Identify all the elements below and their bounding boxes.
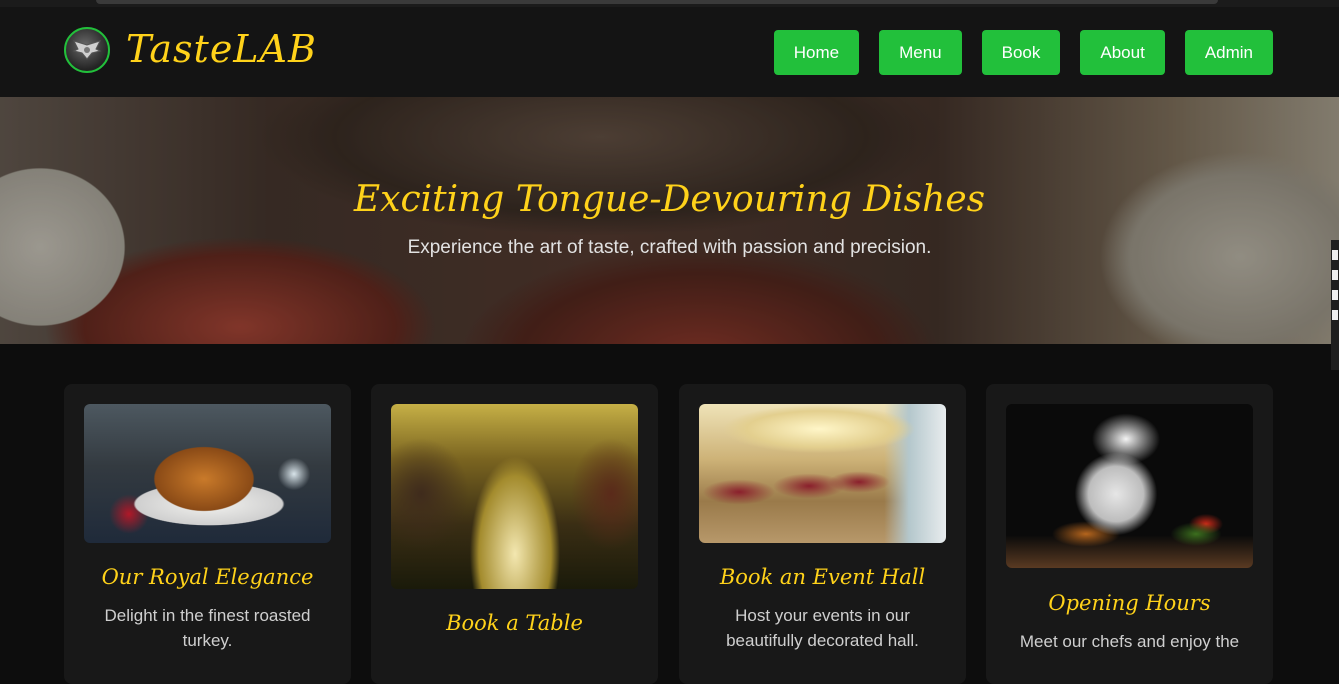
card-book-table[interactable]: Book a Table (371, 384, 658, 684)
card-event-hall[interactable]: Book an Event Hall Host your events in o… (679, 384, 966, 684)
hero-subtitle: Experience the art of taste, crafted wit… (407, 237, 932, 258)
card-description: Delight in the finest roasted turkey. (104, 606, 311, 650)
card-title: Book a Table (446, 611, 583, 635)
card-title: Our Royal Elegance (101, 565, 314, 589)
side-widget-marker (1332, 290, 1338, 300)
card-title: Opening Hours (1048, 591, 1211, 615)
wing-emblem-icon (72, 40, 102, 60)
scroll-indicator (96, 0, 1218, 4)
nav-book-button[interactable]: Book (981, 30, 1061, 75)
card-description: Meet our chefs and enjoy the (1019, 632, 1240, 651)
site-header: TasteLAB Home Menu Book About Admin (0, 7, 1339, 97)
nav-home-button[interactable]: Home (773, 30, 860, 75)
card-description: Host your events in our beautifully deco… (726, 606, 919, 650)
nav-about-button[interactable]: About (1080, 30, 1165, 75)
nav-admin-button[interactable]: Admin (1184, 30, 1273, 75)
side-widget[interactable] (1331, 240, 1339, 370)
chef-cooking-image (1006, 404, 1253, 568)
card-opening-hours[interactable]: Opening Hours Meet our chefs and enjoy t… (986, 384, 1273, 684)
brand-name[interactable]: TasteLAB (126, 27, 317, 71)
hero-banner: Exciting Tongue-Devouring Dishes Experie… (0, 97, 1339, 344)
main-nav: Home Menu Book About Admin (773, 30, 1273, 75)
roast-turkey-image (84, 404, 331, 543)
nav-menu-button[interactable]: Menu (879, 30, 962, 75)
browser-top-strip (0, 0, 1339, 7)
hero-title: Exciting Tongue-Devouring Dishes (353, 179, 986, 220)
side-widget-marker (1332, 250, 1338, 260)
card-royal-elegance[interactable]: Our Royal Elegance Delight in the finest… (64, 384, 351, 684)
card-title: Book an Event Hall (719, 565, 926, 589)
dining-table-image (391, 404, 638, 589)
event-hall-image (699, 404, 946, 543)
logo-icon[interactable] (64, 27, 110, 73)
side-widget-marker (1332, 310, 1338, 320)
side-widget-marker (1332, 270, 1338, 280)
